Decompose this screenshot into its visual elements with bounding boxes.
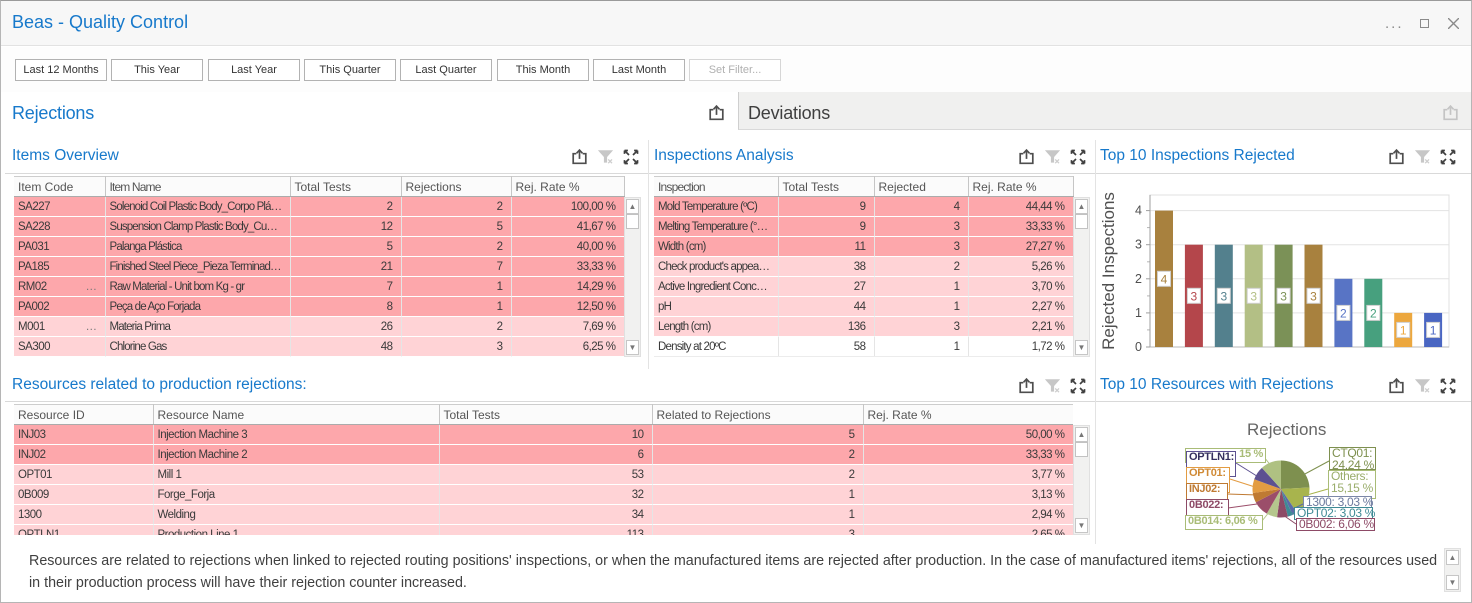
svg-text:Rejected Inspections: Rejected Inspections (1100, 192, 1118, 350)
svg-text:2: 2 (1340, 306, 1347, 320)
svg-text:2: 2 (1370, 306, 1377, 320)
svg-text:3: 3 (1280, 289, 1287, 303)
svg-text:4: 4 (1161, 272, 1168, 286)
svg-text:2: 2 (1135, 272, 1142, 286)
svg-text:1: 1 (1430, 323, 1437, 337)
svg-text:3: 3 (1135, 238, 1142, 252)
svg-text:4: 4 (1135, 204, 1142, 218)
svg-text:1: 1 (1400, 323, 1407, 337)
svg-text:1: 1 (1135, 306, 1142, 320)
svg-text:3: 3 (1220, 289, 1227, 303)
svg-text:0: 0 (1135, 340, 1142, 354)
svg-text:3: 3 (1250, 289, 1257, 303)
svg-text:3: 3 (1310, 289, 1317, 303)
svg-text:3: 3 (1191, 289, 1198, 303)
